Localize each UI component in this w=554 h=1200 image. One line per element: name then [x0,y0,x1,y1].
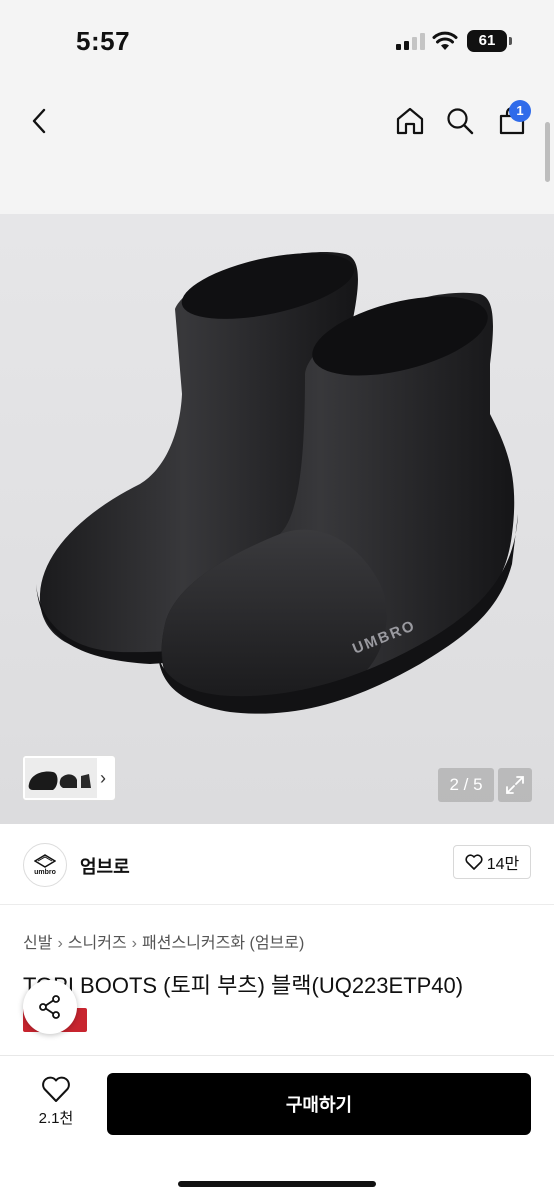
cart-badge: 1 [509,100,531,122]
brand-logo[interactable]: umbro [23,843,67,887]
home-icon [396,107,424,135]
brand-logo-text: umbro [34,869,56,876]
brand-name[interactable]: 엄브로 [80,853,130,879]
brand-row: umbro 엄브로 14만 [0,825,554,905]
top-navigation [0,82,554,214]
battery-level: 61 [478,32,496,49]
buy-button[interactable]: 구매하기 [107,1073,531,1135]
status-time: 5:57 [76,26,131,56]
umbro-diamond-icon [34,854,56,868]
breadcrumb-item[interactable]: 신발 [23,935,52,952]
wifi-icon [432,31,458,50]
breadcrumb-item[interactable]: 스니커즈 [68,935,127,952]
back-button[interactable] [20,101,60,141]
search-button[interactable] [440,101,480,141]
brand-like-count: 14만 [486,856,520,873]
heart-icon [42,1076,70,1102]
brand-like-button[interactable]: 14만 [453,845,531,879]
share-icon [39,995,60,1019]
back-icon [32,108,46,134]
home-button[interactable] [390,101,430,141]
chevron-right-icon[interactable]: › [100,768,106,789]
breadcrumb: 신발 › 스니커즈 › 패션스니커즈화 (엄브로) [23,929,304,953]
product-title: TOPI BOOTS (토피 부츠) 블랙(UQ223ETP40) [23,973,464,998]
scrollbar[interactable] [545,122,550,182]
breadcrumb-item[interactable]: 패션스니커즈화 (엄브로) [142,935,304,952]
heart-icon [465,854,483,870]
chevron-right-icon: › [131,935,137,952]
expand-icon [506,776,524,794]
fullscreen-button[interactable] [498,768,532,802]
search-icon [447,108,474,135]
thumbnail-image [25,758,97,798]
chevron-right-icon: › [57,935,63,952]
home-indicator [178,1181,376,1187]
battery-icon: 61 [467,30,507,52]
wishlist-count: 2.1천 [38,1110,74,1127]
share-button[interactable] [23,980,77,1034]
signal-icon [396,33,426,50]
gallery-pager: 2 / 5 [438,768,494,802]
battery-tip [509,37,512,45]
status-bar: 5:57 61 [0,0,554,82]
wishlist-button[interactable]: 2.1천 [26,1075,86,1135]
product-image[interactable]: UMBRO [0,214,554,824]
boots-illustration: UMBRO [36,252,518,714]
